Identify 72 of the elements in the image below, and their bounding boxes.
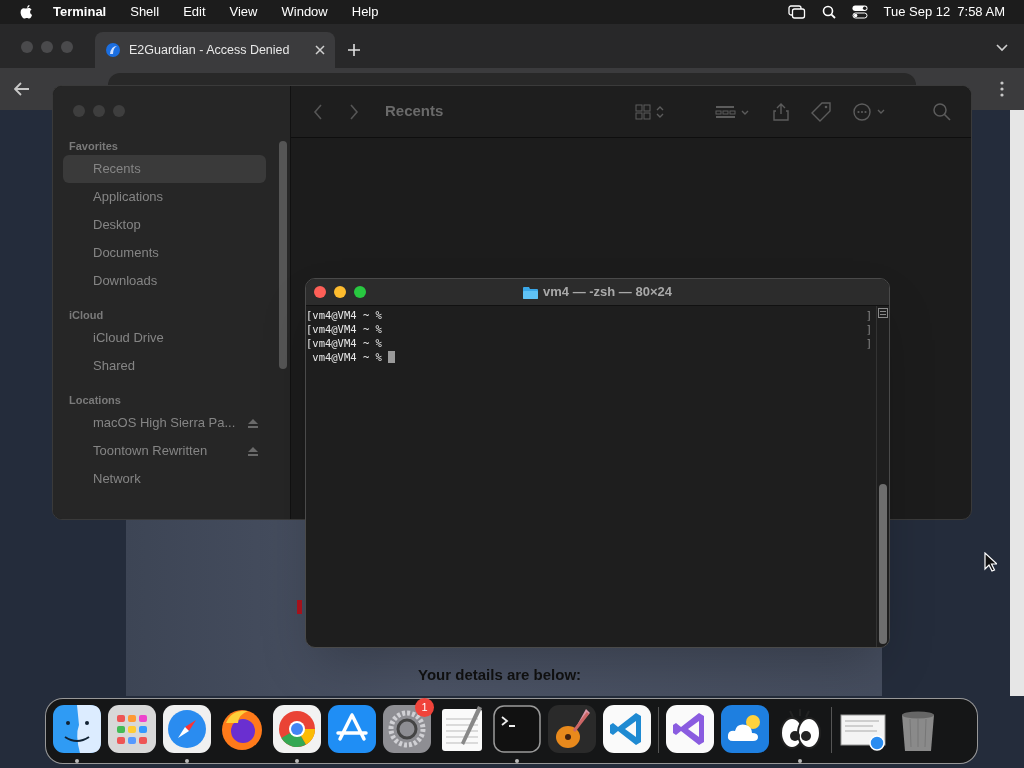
grid-view-icon[interactable] [635, 103, 665, 120]
page-heading: Your details are below: [418, 665, 582, 685]
chevron-down-icon[interactable] [996, 44, 1008, 52]
window-title: vm4 — -zsh — 80×24 [543, 283, 672, 302]
menu-item[interactable]: Edit [183, 2, 206, 22]
mark-bracket: ] [865, 336, 872, 350]
pointer-icon [984, 552, 997, 572]
eject-icon[interactable] [248, 446, 258, 456]
scrollbar[interactable] [1010, 110, 1024, 696]
apple-logo-icon[interactable] [19, 4, 33, 20]
ribbon-icon[interactable] [666, 705, 714, 753]
window-title: Recents [385, 101, 444, 122]
ribbon-icon[interactable] [603, 705, 651, 753]
app-menu[interactable]: Terminal [53, 2, 107, 22]
app-grid-icon[interactable] [108, 705, 156, 753]
marker [297, 600, 302, 614]
dock-divider [831, 707, 832, 753]
menu-item[interactable]: Help [351, 2, 379, 22]
cloud-icon[interactable] [721, 705, 769, 753]
terminal-line: [vm4@VM4 ~ % [306, 322, 382, 336]
terminal-line: [vm4@VM4 ~ % [306, 308, 382, 322]
marks-icon[interactable] [878, 308, 888, 318]
ring-icon[interactable] [273, 705, 321, 753]
tag-icon[interactable] [811, 101, 831, 122]
search-icon[interactable] [821, 5, 836, 19]
toggles-icon[interactable] [851, 5, 868, 19]
compass-icon[interactable] [163, 705, 211, 753]
window-control[interactable] [334, 286, 346, 298]
group-icon[interactable] [715, 104, 751, 119]
sidebar-item[interactable]: Network [63, 465, 266, 493]
back-arrow-icon[interactable] [14, 82, 30, 96]
share-icon[interactable] [773, 102, 789, 121]
terminal-line: vm4@VM4 ~ % [311, 350, 382, 364]
gear-icon[interactable] [383, 705, 431, 753]
tab-title: E2Guardian - Access Denied [129, 41, 291, 59]
mark-bracket: ] [865, 322, 872, 336]
sidebar-item[interactable]: Downloads [63, 267, 266, 295]
mark-bracket: ] [865, 308, 872, 322]
menu-item[interactable]: Shell [130, 2, 160, 22]
sidebar-heading: iCloud [68, 308, 105, 323]
face-icon[interactable] [53, 705, 101, 753]
more-options-icon[interactable] [853, 102, 887, 121]
sidebar-item[interactable]: macOS High Sierra Pa... [63, 409, 266, 437]
terminal-line: [vm4@VM4 ~ % [306, 336, 382, 350]
guitar-icon[interactable] [548, 705, 596, 753]
menu-bar-time[interactable]: 7:58 AM [957, 2, 1005, 22]
sidebar-item[interactable]: Shared [63, 352, 266, 380]
sidebar-heading: Favorites [68, 139, 119, 154]
sidebar-item[interactable]: Recents [63, 155, 266, 183]
window-control[interactable] [354, 286, 366, 298]
sidebar-item[interactable]: Desktop [63, 211, 266, 239]
sidebar-item[interactable]: Applications [63, 183, 266, 211]
browser-tab[interactable]: E2Guardian - Access Denied [95, 32, 335, 68]
close-icon[interactable] [315, 45, 325, 55]
prompt-icon[interactable] [493, 705, 541, 753]
more-icon[interactable] [1000, 81, 1004, 97]
menu-bar-date[interactable]: Tue Sep 12 [883, 2, 951, 22]
dock-divider [658, 707, 659, 753]
sidebar-heading: Locations [68, 393, 122, 408]
menu-item[interactable]: Window [281, 2, 328, 22]
sidebar-item[interactable]: iCloud Drive [63, 324, 266, 352]
folder-icon [523, 285, 538, 299]
scrollbar-thumb[interactable] [279, 141, 287, 369]
eject-icon[interactable] [248, 418, 258, 428]
plus-icon[interactable] [347, 43, 361, 57]
notification-badge: 1 [415, 698, 434, 717]
window-control[interactable] [314, 286, 326, 298]
windows-icon[interactable] [787, 5, 806, 19]
menu-item[interactable]: View [229, 2, 258, 22]
scrollbar-thumb[interactable] [879, 484, 887, 644]
sidebar-item[interactable]: Documents [63, 239, 266, 267]
sidebar-item[interactable]: Toontown Rewritten [63, 437, 266, 465]
